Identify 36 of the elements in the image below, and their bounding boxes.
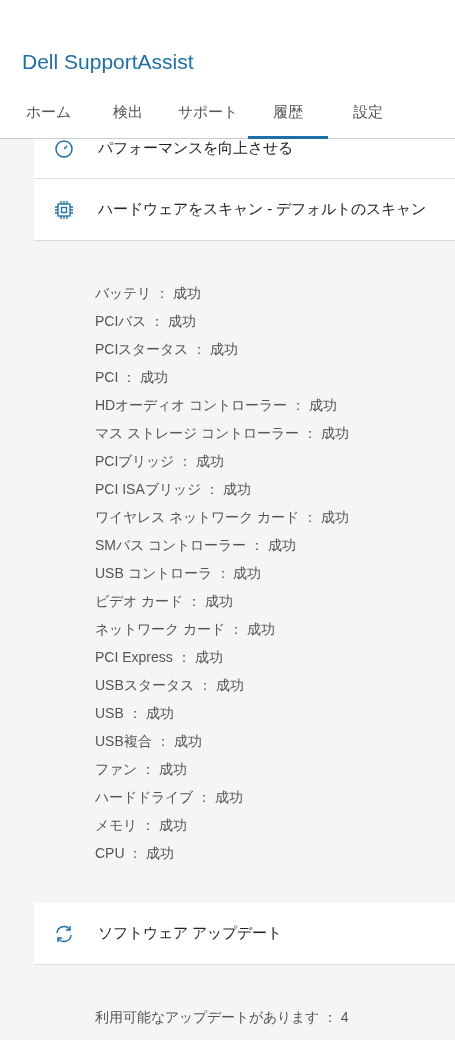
nav-tab[interactable]: 設定 — [328, 103, 408, 139]
result-line: PCI ： 成功 — [95, 368, 170, 387]
result-line: PCI ISAブリッジ ： 成功 — [95, 480, 252, 499]
refresh-icon — [54, 923, 74, 944]
result-line: SMバス コントローラー ： 成功 — [95, 536, 297, 555]
result-line: PCI Express ： 成功 — [95, 648, 224, 667]
result-line: ファン ： 成功 — [95, 760, 188, 779]
result-line: バッテリ ： 成功 — [95, 284, 202, 303]
result-line: ネットワーク カード ： 成功 — [95, 620, 276, 639]
result-line: ビデオ カード ： 成功 — [95, 592, 234, 611]
result-line: CPU ： 成功 — [95, 844, 176, 863]
section-header[interactable]: ソフトウェア アップデート — [34, 903, 455, 965]
result-line: PCIバス ： 成功 — [95, 312, 198, 331]
section-header[interactable]: パフォーマンスを向上させる — [34, 139, 455, 179]
result-line: メモリ ： 成功 — [95, 816, 188, 835]
gauge-icon — [54, 139, 74, 159]
section-title: パフォーマンスを向上させる — [98, 139, 293, 158]
result-line: 利用可能なアップデートがあります ： 4 — [95, 1008, 350, 1027]
section-header[interactable]: ハードウェアをスキャン - デフォルトのスキャン — [34, 179, 455, 241]
result-line: USB複合 ： 成功 — [95, 732, 203, 751]
result-line: ハードドライブ ： 成功 — [95, 788, 244, 807]
nav-tab[interactable]: ホーム — [8, 103, 88, 139]
result-line: ワイヤレス ネットワーク カード ： 成功 — [95, 508, 350, 527]
section-title: ハードウェアをスキャン - デフォルトのスキャン — [98, 200, 427, 219]
result-line: マス ストレージ コントローラー ： 成功 — [95, 424, 350, 443]
result-line: PCIスタータス ： 成功 — [95, 340, 240, 359]
result-line: USBスタータス ： 成功 — [95, 676, 245, 695]
nav-tab[interactable]: 検出 — [88, 103, 168, 139]
result-line: USB ： 成功 — [95, 704, 175, 723]
section-title: ソフトウェア アップデート — [98, 924, 283, 943]
result-line: HDオーディオ コントローラー ： 成功 — [95, 396, 338, 415]
nav-tab[interactable]: サポート — [168, 103, 248, 139]
app-title: Dell SupportAssist — [22, 50, 195, 74]
chip-icon — [54, 199, 74, 220]
result-line: USB コントローラ ： 成功 — [95, 564, 263, 583]
result-line: PCIブリッジ ： 成功 — [95, 452, 226, 471]
